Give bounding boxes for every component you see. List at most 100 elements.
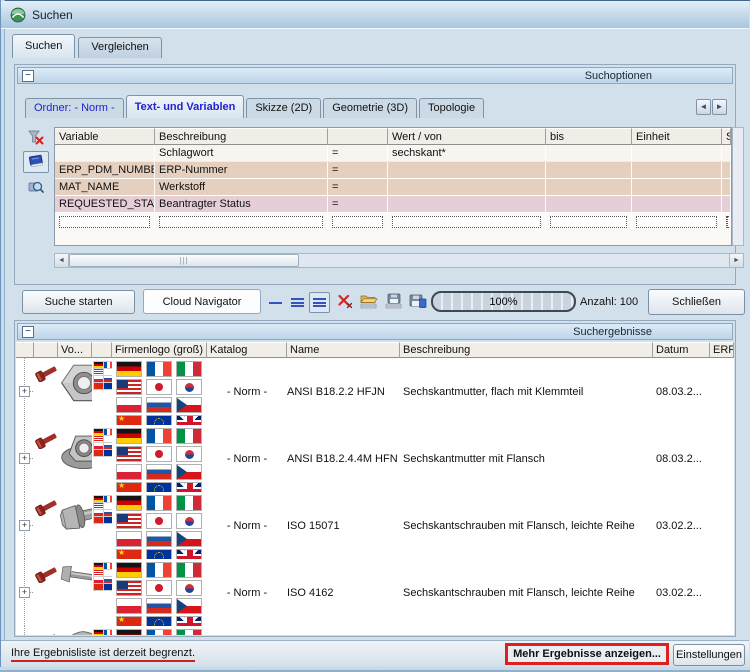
var-col-header-beschreibung[interactable]: Beschreibung (155, 128, 328, 145)
expand-icon[interactable] (19, 587, 30, 598)
expand-icon[interactable] (19, 520, 30, 531)
variable-input-field[interactable] (59, 216, 150, 228)
expand-icon[interactable] (19, 453, 30, 464)
scrollbar-thumb[interactable]: ||| (69, 254, 299, 267)
list-compact-icon (269, 297, 282, 309)
list-compact-button[interactable] (265, 292, 286, 313)
results-col-header-datum[interactable]: Datum (653, 342, 710, 358)
results-col-header-blank[interactable] (92, 342, 112, 358)
results-col-header-erp-n[interactable]: ERP-N (710, 342, 734, 358)
result-row[interactable]: - Norm -ANSI B18.2.4.4M HFNSechskantmutt… (16, 425, 734, 492)
collapse-icon[interactable] (22, 326, 34, 338)
company-logo-flags (112, 492, 207, 559)
variable-row[interactable]: REQUESTED_STATEBeantragter Status= (55, 196, 731, 213)
var-col-header-wert-von[interactable]: Wert / von (388, 128, 546, 145)
result-cell (710, 425, 734, 492)
flag-us-icon (116, 580, 142, 596)
flag-gb-icon (176, 616, 202, 626)
save-search-as-button[interactable] (407, 292, 428, 313)
variable-input-field[interactable] (332, 216, 383, 228)
flag-fr-icon (104, 429, 112, 435)
scroll-right-icon[interactable]: ► (729, 254, 743, 267)
load-search-button[interactable] (358, 292, 379, 313)
start-search-button[interactable]: Suche starten (22, 290, 135, 314)
settings-button[interactable]: Einstellungen (673, 644, 745, 666)
scrollbar-track[interactable] (299, 254, 729, 267)
expand-icon[interactable] (19, 386, 30, 397)
flag-cz-icon (176, 598, 202, 614)
window-border-left (0, 0, 5, 672)
variable-row[interactable]: ERP_PDM_NUMBERERP-Nummer= (55, 162, 731, 179)
flag-jp-icon (104, 570, 112, 576)
results-col-header-name[interactable]: Name (287, 342, 400, 358)
close-button[interactable]: Schließen (648, 289, 745, 315)
result-cell (34, 626, 58, 635)
dictionary-button[interactable] (23, 151, 49, 173)
tab-vergleichen[interactable]: Vergleichen (78, 37, 162, 58)
var-col-header-variable[interactable]: Variable (55, 128, 155, 145)
variable-input-field[interactable] (392, 216, 541, 228)
results-col-header-beschreibung[interactable]: Beschreibung (400, 342, 653, 358)
var-cell (55, 145, 155, 161)
variable-table-vertical-scrollbar[interactable] (732, 127, 744, 246)
clear-results-button[interactable] (334, 292, 355, 313)
flag-ru-icon (104, 443, 112, 449)
var-col-header-einheit[interactable]: Einheit (632, 128, 722, 145)
flag-cn-icon (94, 450, 103, 456)
result-row[interactable]: - Norm -ANSI B18.2.2 HFJNSechskantmutter… (16, 358, 734, 425)
tab-scroll-right-icon[interactable]: ► (712, 99, 727, 115)
window-border-bottom (0, 667, 750, 672)
variable-row[interactable] (55, 213, 731, 230)
var-cell (722, 162, 731, 178)
variable-table-horizontal-scrollbar[interactable]: ◄ ||| ► (54, 253, 744, 268)
results-col-header-blank[interactable] (16, 342, 34, 358)
scroll-left-icon[interactable]: ◄ (55, 254, 69, 267)
result-cell (58, 425, 92, 492)
list-medium-button[interactable] (287, 292, 308, 313)
results-toolbar: Suche starten Cloud Navigator (0, 288, 750, 318)
result-datum (653, 626, 710, 635)
list-detail-button[interactable] (309, 292, 330, 313)
results-col-header-firmenlogo-gro[interactable]: Firmenlogo (groß) (112, 342, 207, 358)
variable-input-field[interactable] (550, 216, 627, 228)
sub-tab-topologie[interactable]: Topologie (419, 98, 484, 118)
save-search-button[interactable] (383, 292, 404, 313)
flag-fr-icon (146, 629, 172, 635)
collapse-icon[interactable] (22, 70, 34, 82)
search-in-catalog-button[interactable] (23, 177, 49, 199)
tab-scroll-left-icon[interactable]: ◄ (696, 99, 711, 115)
variable-input-field[interactable] (726, 216, 728, 228)
result-cell (112, 358, 207, 425)
variable-row[interactable]: Schlagwort=sechskant* (55, 145, 731, 162)
result-row[interactable] (16, 626, 734, 635)
sub-tab-skizze-2d[interactable]: Skizze (2D) (246, 98, 321, 118)
tab-suchen[interactable]: Suchen (12, 34, 75, 58)
variable-input-field[interactable] (636, 216, 717, 228)
more-results-button[interactable]: Mehr Ergebnisse anzeigen... (505, 643, 669, 665)
var-cell (722, 213, 731, 230)
results-col-header-blank[interactable] (34, 342, 58, 358)
results-col-header-katalog[interactable]: Katalog (207, 342, 287, 358)
result-cell (112, 492, 207, 559)
result-cell (92, 492, 112, 559)
variable-row[interactable]: MAT_NAMEWerkstoff= (55, 179, 731, 196)
result-row[interactable]: - Norm -ISO 4162Sechskantschrauben mit F… (16, 559, 734, 626)
var-cell (546, 179, 632, 195)
sub-tab-ordner-norm[interactable]: Ordner: - Norm - (25, 98, 124, 118)
var-col-header-bis[interactable]: bis (546, 128, 632, 145)
sub-tab-text-und-variablen[interactable]: Text- und Variablen (126, 95, 245, 118)
cloud-navigator-button[interactable]: Cloud Navigator (143, 289, 261, 314)
variable-input-field[interactable] (159, 216, 323, 228)
var-col-header-operator[interactable] (328, 128, 388, 145)
var-col-header-sy[interactable]: Sy (722, 128, 731, 145)
filter-clear-button[interactable] (23, 127, 49, 149)
flag-de-icon (94, 362, 103, 368)
result-cell (112, 626, 207, 635)
result-name: ISO 15071 (287, 492, 400, 559)
var-cell (388, 196, 546, 212)
results-col-header-vo[interactable]: Vo... (58, 342, 92, 358)
flag-gb-icon (176, 549, 202, 559)
result-count-label: Anzahl: 100 (580, 296, 638, 308)
result-row[interactable]: - Norm -ISO 15071Sechskantschrauben mit … (16, 492, 734, 559)
sub-tab-geometrie-3d[interactable]: Geometrie (3D) (323, 98, 417, 118)
